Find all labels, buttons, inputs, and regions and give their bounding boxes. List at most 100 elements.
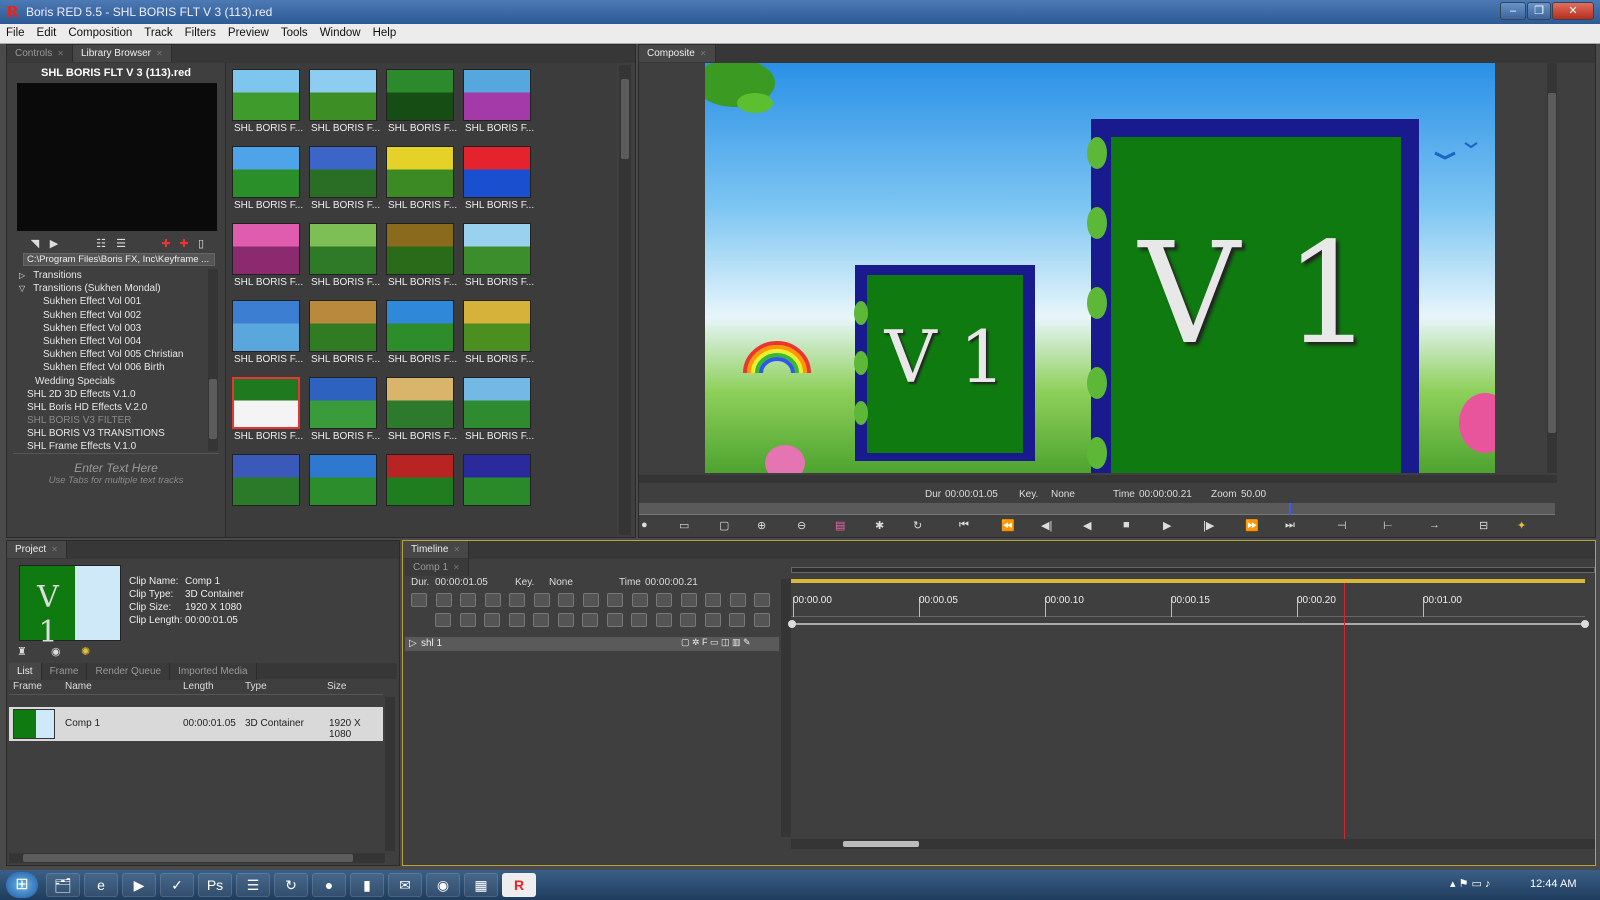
- track-clip-bar[interactable]: [791, 623, 1585, 625]
- eye-icon[interactable]: ◉: [51, 645, 61, 658]
- tree-item[interactable]: Sukhen Effect Vol 001: [19, 295, 215, 308]
- viewer-vscroll-thumb[interactable]: [1548, 93, 1556, 433]
- color-channels-icon[interactable]: ▤: [835, 519, 845, 532]
- col-type[interactable]: Type: [245, 681, 267, 692]
- subtab-frame[interactable]: Frame: [41, 663, 88, 680]
- thumb-scrollbar[interactable]: [619, 65, 631, 535]
- effect-thumbnail[interactable]: [386, 146, 454, 198]
- table-row[interactable]: Comp 1 00:00:01.05 3D Container 1920 X 1…: [9, 707, 383, 741]
- track-tool-icon[interactable]: [460, 593, 476, 607]
- track-tool-icon[interactable]: [533, 593, 550, 607]
- close-tab-icon[interactable]: ✕: [453, 545, 460, 554]
- track-tool-icon[interactable]: [704, 613, 721, 627]
- composite-scrub-bar[interactable]: [639, 503, 1555, 515]
- maximize-button[interactable]: ❐: [1527, 2, 1551, 20]
- favorite-icon[interactable]: ✚: [159, 237, 173, 250]
- play-reverse-icon[interactable]: ◀: [1083, 519, 1091, 532]
- track-tool-icon[interactable]: [754, 593, 770, 607]
- tree-item[interactable]: Wedding Specials: [19, 375, 215, 388]
- taskbar-app-icon[interactable]: ☰: [236, 873, 270, 897]
- close-tab-icon[interactable]: ✕: [57, 49, 64, 58]
- tree-item[interactable]: Sukhen Effect Vol 002: [19, 309, 215, 322]
- tree-item[interactable]: SHL Frame Effects V.1.0: [19, 440, 215, 453]
- menu-composition[interactable]: Composition: [62, 24, 138, 39]
- taskbar-app-icon[interactable]: ▮: [350, 873, 384, 897]
- zoom-in-icon[interactable]: ⊕: [757, 519, 766, 532]
- tree-item[interactable]: Sukhen Effect Vol 006 Birth: [19, 361, 215, 374]
- new-item-icon[interactable]: ✺: [81, 645, 90, 658]
- go-to-end-icon[interactable]: ⏭: [1285, 519, 1295, 532]
- tree-item[interactable]: SHL 2D 3D Effects V.1.0: [19, 388, 215, 401]
- track-tool-icon[interactable]: [729, 613, 745, 627]
- col-name[interactable]: Name: [65, 681, 92, 692]
- project-vertical-scrollbar[interactable]: [385, 697, 395, 851]
- tree-item[interactable]: SHL Boris HD Effects V.2.0: [19, 401, 215, 414]
- tray-icons[interactable]: ▴ ⚑ ▭ ♪: [1450, 877, 1490, 890]
- text-entry-area[interactable]: Enter Text Here Use Tabs for multiple te…: [13, 453, 219, 495]
- tree-expand-icon[interactable]: ▷: [19, 271, 25, 280]
- menu-tools[interactable]: Tools: [275, 24, 314, 39]
- trash-icon[interactable]: ▯: [195, 237, 207, 250]
- track-tool-icon[interactable]: [606, 613, 623, 627]
- close-tab-icon[interactable]: ✕: [51, 545, 58, 554]
- add-favorite-icon[interactable]: ✚: [177, 237, 191, 250]
- camera-icon[interactable]: ▭: [679, 519, 689, 532]
- grid-view-icon[interactable]: ☰: [113, 237, 129, 250]
- menu-filters[interactable]: Filters: [179, 24, 222, 39]
- track-tool-icon[interactable]: [631, 593, 648, 607]
- step-back-icon[interactable]: ◀|: [1041, 519, 1052, 532]
- track-switches[interactable]: ▢ ✲ F ▭ ◫ ▥ ✎: [681, 637, 751, 648]
- track-tool-icon[interactable]: [411, 593, 427, 607]
- timeline-time-area[interactable]: 00:00.00 00:00.05 00:00.10 00:00.15 00:00.20…: [788, 563, 1595, 839]
- effect-thumbnail[interactable]: [463, 454, 531, 506]
- taskbar-app-icon[interactable]: R: [502, 873, 536, 897]
- track-tool-icon[interactable]: [557, 613, 574, 627]
- go-to-mark-icon[interactable]: →: [1429, 519, 1440, 531]
- transparency-icon[interactable]: ✱: [875, 519, 884, 532]
- taskbar-app-icon[interactable]: ▶: [122, 873, 156, 897]
- taskbar-app-icon[interactable]: 🗂: [46, 873, 80, 897]
- clip-start-handle[interactable]: [788, 620, 796, 628]
- tree-item[interactable]: ▽ Transitions (Sukhen Mondal): [19, 282, 215, 295]
- taskbar-app-icon[interactable]: ▦: [464, 873, 498, 897]
- effect-thumbnail[interactable]: [309, 377, 377, 429]
- stop-icon[interactable]: ■: [1123, 519, 1130, 531]
- project-horizontal-scrollbar[interactable]: [9, 853, 385, 863]
- step-forward-icon[interactable]: |▶: [1203, 519, 1214, 532]
- track-tool-icon[interactable]: [459, 613, 476, 627]
- effect-thumbnail[interactable]: [463, 300, 531, 352]
- taskbar-app-icon[interactable]: ✓: [160, 873, 194, 897]
- viewer-vertical-scrollbar[interactable]: [1547, 63, 1557, 473]
- effect-thumbnail[interactable]: [232, 454, 300, 506]
- tree-item[interactable]: SHL BORIS V3 FILTER: [19, 414, 215, 427]
- track-tool-icon[interactable]: [582, 613, 598, 627]
- track-tool-icon[interactable]: [631, 613, 647, 627]
- menu-track[interactable]: Track: [138, 24, 178, 39]
- effect-thumbnail[interactable]: [309, 454, 377, 506]
- tree-item[interactable]: Sukhen Effect Vol 004: [19, 335, 215, 348]
- library-path-dropdown[interactable]: C:\Program Files\Boris FX, Inc\Keyframe …: [23, 253, 215, 266]
- track-tool-icon[interactable]: [607, 593, 623, 607]
- timeline-horizontal-scrollbar[interactable]: [791, 839, 1595, 849]
- effect-thumbnail[interactable]: [463, 377, 531, 429]
- effect-thumbnail[interactable]: [386, 454, 454, 506]
- track-tool-icon[interactable]: [729, 593, 746, 607]
- effect-thumbnail[interactable]: [386, 377, 454, 429]
- taskbar-app-icon[interactable]: ↻: [274, 873, 308, 897]
- tab-project[interactable]: Project ✕: [7, 541, 67, 558]
- effect-thumbnail[interactable]: [309, 300, 377, 352]
- loop-icon[interactable]: ↻: [913, 519, 922, 532]
- effect-thumbnail[interactable]: [386, 300, 454, 352]
- track-tool-icon[interactable]: [582, 593, 599, 607]
- track-tool-icon[interactable]: [484, 613, 500, 627]
- tree-scrollbar[interactable]: [208, 269, 218, 451]
- timeline-playhead[interactable]: [1344, 583, 1345, 839]
- close-button[interactable]: ✕: [1552, 2, 1594, 20]
- time-ruler[interactable]: 00:00.00 00:00.05 00:00.10 00:00.15 00:00.20…: [791, 591, 1585, 617]
- viewer-horizontal-scrollbar[interactable]: [639, 475, 1557, 483]
- tree-item[interactable]: Sukhen Effect Vol 003: [19, 322, 215, 335]
- col-size[interactable]: Size: [327, 681, 346, 692]
- close-tab-icon[interactable]: ✕: [700, 49, 707, 58]
- tab-library-browser[interactable]: Library Browser ✕: [72, 45, 172, 62]
- col-frame[interactable]: Frame: [13, 681, 42, 692]
